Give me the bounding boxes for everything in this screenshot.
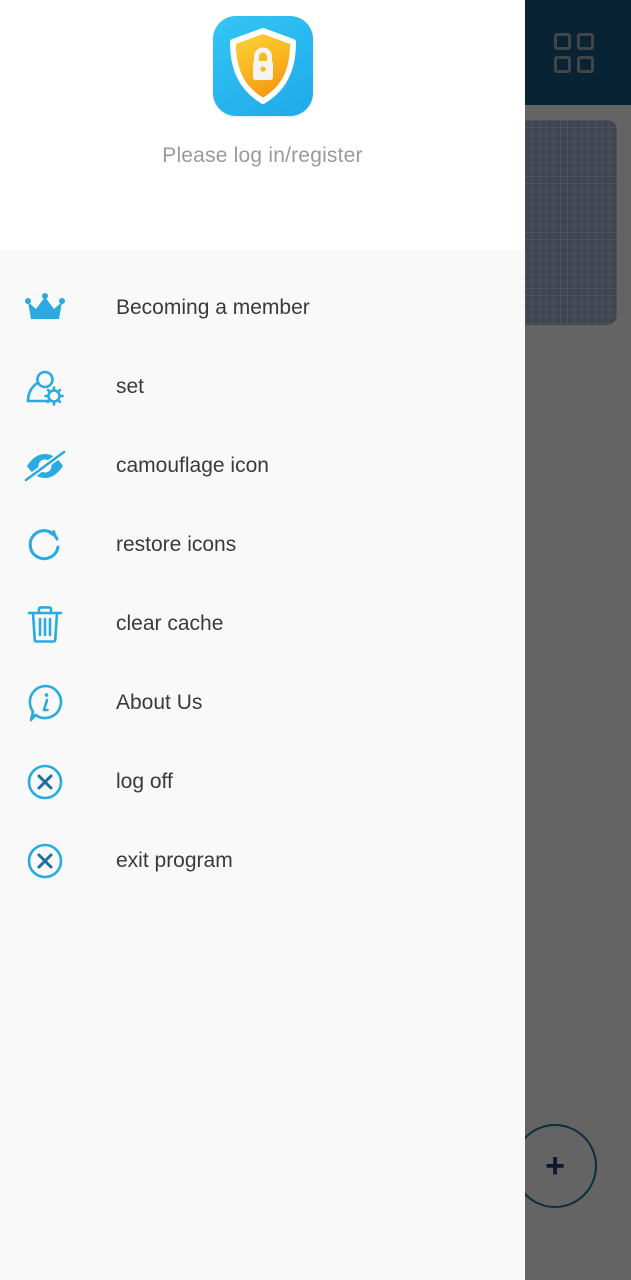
- menu-item-camouflage-icon[interactable]: camouflage icon: [0, 426, 525, 505]
- drawer-header: Please log in/register: [0, 0, 525, 250]
- menu-item-log-off[interactable]: log off: [0, 742, 525, 821]
- close-circle-icon: [22, 838, 68, 884]
- refresh-icon: [22, 522, 68, 568]
- menu-item-label: exit program: [116, 848, 233, 872]
- menu-item-label: camouflage icon: [116, 453, 269, 477]
- info-bubble-icon: [22, 680, 68, 726]
- navigation-drawer: Please log in/register Becoming a member: [0, 0, 525, 1280]
- menu-item-set[interactable]: set: [0, 347, 525, 426]
- crown-icon: [22, 285, 68, 331]
- login-prompt-text[interactable]: Please log in/register: [162, 144, 363, 168]
- menu-item-exit-program[interactable]: exit program: [0, 821, 525, 900]
- menu-item-label: set: [116, 374, 145, 398]
- menu-item-becoming-a-member[interactable]: Becoming a member: [0, 268, 525, 347]
- close-circle-icon: [22, 759, 68, 805]
- drawer-menu-list: Becoming a member set camouflage icon re…: [0, 250, 525, 1280]
- menu-item-clear-cache[interactable]: clear cache: [0, 584, 525, 663]
- menu-item-label: About Us: [116, 690, 203, 714]
- eye-off-icon: [22, 443, 68, 489]
- user-settings-icon: [22, 364, 68, 410]
- menu-item-label: Becoming a member: [116, 295, 310, 319]
- menu-item-restore-icons[interactable]: restore icons: [0, 505, 525, 584]
- trash-icon: [22, 601, 68, 647]
- menu-item-about-us[interactable]: About Us: [0, 663, 525, 742]
- shield-lock-icon: [212, 16, 313, 116]
- menu-item-label: restore icons: [116, 532, 237, 556]
- menu-item-label: clear cache: [116, 611, 224, 635]
- menu-item-label: log off: [116, 769, 173, 793]
